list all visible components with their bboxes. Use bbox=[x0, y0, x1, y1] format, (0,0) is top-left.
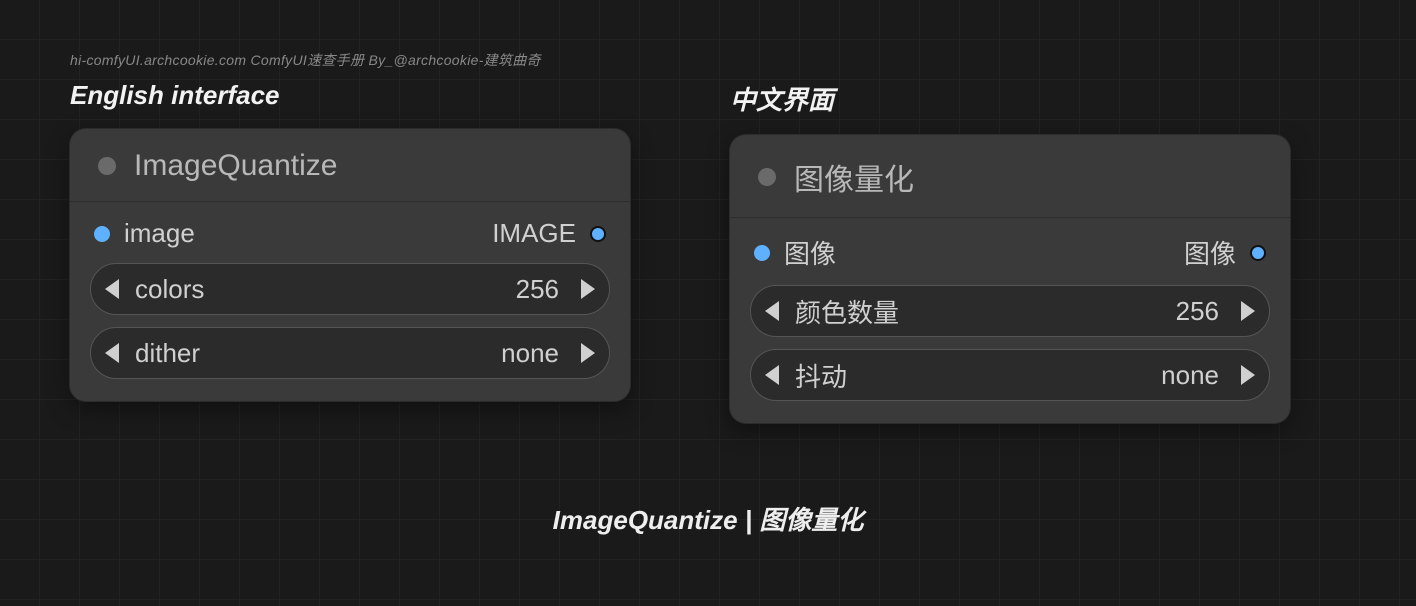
next-option-icon[interactable] bbox=[1241, 365, 1255, 385]
chinese-pane: 中文界面 图像量化 图像 图像 bbox=[730, 80, 1290, 423]
increment-icon[interactable] bbox=[581, 279, 595, 299]
node-imagequantize-zh[interactable]: 图像量化 图像 图像 颜色数量 256 bbox=[730, 135, 1290, 423]
next-option-icon[interactable] bbox=[581, 343, 595, 363]
param-value[interactable]: none bbox=[847, 360, 1225, 391]
input-socket-icon[interactable] bbox=[94, 226, 110, 242]
param-dither-zh[interactable]: 抖动 none bbox=[750, 349, 1270, 401]
param-dither-en[interactable]: dither none bbox=[90, 327, 610, 379]
param-value[interactable]: none bbox=[200, 338, 565, 369]
watermark-text: hi-comfyUI.archcookie.com ComfyUI速查手册 By… bbox=[70, 50, 1346, 70]
node-dot-icon bbox=[98, 157, 116, 175]
increment-icon[interactable] bbox=[1241, 301, 1255, 321]
figure-caption: ImageQuantize | 图像量化 bbox=[0, 500, 1416, 537]
output-socket-icon[interactable] bbox=[1250, 245, 1266, 261]
output-socket-icon[interactable] bbox=[590, 226, 606, 242]
decrement-icon[interactable] bbox=[105, 279, 119, 299]
param-value[interactable]: 256 bbox=[204, 274, 565, 305]
output-label-zh: 图像 bbox=[1184, 234, 1236, 271]
io-row-en: image IMAGE bbox=[70, 202, 630, 263]
node-title-zh: 图像量化 bbox=[794, 155, 914, 199]
param-label: colors bbox=[135, 274, 204, 305]
prev-option-icon[interactable] bbox=[765, 365, 779, 385]
io-row-zh: 图像 图像 bbox=[730, 218, 1290, 285]
param-label: 抖动 bbox=[795, 357, 847, 394]
param-label: 颜色数量 bbox=[795, 293, 899, 330]
input-label-zh: 图像 bbox=[784, 234, 836, 271]
param-colors-en[interactable]: colors 256 bbox=[90, 263, 610, 315]
english-heading: English interface bbox=[70, 80, 630, 111]
input-socket-icon[interactable] bbox=[754, 245, 770, 261]
output-label-en: IMAGE bbox=[492, 218, 576, 249]
param-label: dither bbox=[135, 338, 200, 369]
input-label-en: image bbox=[124, 218, 195, 249]
param-value[interactable]: 256 bbox=[899, 296, 1225, 327]
english-pane: English interface ImageQuantize image IM… bbox=[70, 80, 630, 423]
chinese-heading: 中文界面 bbox=[730, 80, 1290, 117]
decrement-icon[interactable] bbox=[765, 301, 779, 321]
node-header-zh[interactable]: 图像量化 bbox=[730, 135, 1290, 218]
node-imagequantize-en[interactable]: ImageQuantize image IMAGE colors bbox=[70, 129, 630, 401]
param-colors-zh[interactable]: 颜色数量 256 bbox=[750, 285, 1270, 337]
prev-option-icon[interactable] bbox=[105, 343, 119, 363]
node-dot-icon bbox=[758, 168, 776, 186]
node-header-en[interactable]: ImageQuantize bbox=[70, 129, 630, 202]
node-title-en: ImageQuantize bbox=[134, 149, 337, 183]
